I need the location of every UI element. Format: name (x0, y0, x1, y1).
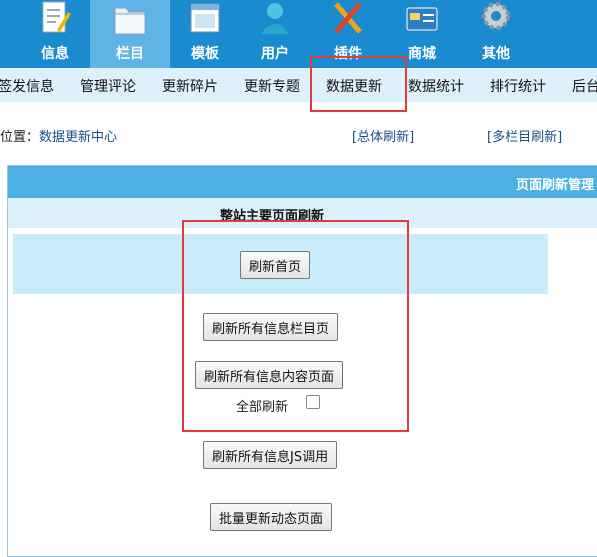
nav-item-plugin[interactable]: 插件 (308, 0, 388, 68)
submenu-item[interactable]: 后台 (572, 76, 597, 96)
sub-menu: 签发信息 管理评论 更新碎片 更新专题 数据更新 数据统计 排行统计 后台 (0, 68, 597, 102)
gear-icon (482, 2, 510, 30)
nav-label: 其他 (482, 46, 510, 62)
nav-item-info[interactable]: 信息 (15, 0, 95, 68)
nav-label: 信息 (41, 46, 69, 62)
refresh-content-button[interactable]: 刷新所有信息内容页面 (195, 361, 344, 389)
submenu-item[interactable]: 排行统计 (490, 76, 546, 96)
nav-item-other[interactable]: 其他 (456, 0, 536, 68)
nav-label: 模板 (191, 46, 219, 62)
total-refresh-link[interactable]: [总体刷新] (352, 126, 414, 145)
submenu-item[interactable]: 签发信息 (0, 76, 54, 96)
nav-label: 栏目 (116, 46, 144, 62)
update-dynamic-button[interactable]: 批量更新动态页面 (210, 503, 333, 531)
window-template-icon (190, 3, 220, 33)
nav-label: 用户 (261, 46, 289, 62)
submenu-item[interactable]: 更新专题 (244, 76, 300, 96)
breadcrumb-link[interactable]: 数据更新中心 (39, 130, 117, 145)
breadcrumb: 位置：数据更新中心 (0, 126, 117, 145)
panel-header: 页面刷新管理 (8, 166, 597, 198)
top-nav: 信息 栏目 模板 用户 插件 商城 其他 (0, 0, 597, 68)
refresh-columns-button[interactable]: 刷新所有信息栏目页 (203, 313, 339, 341)
nav-label: 商城 (408, 46, 436, 62)
section-header: 整站主要页面刷新 (8, 198, 597, 228)
breadcrumb-prefix: 位置： (0, 130, 40, 145)
folder-icon (114, 7, 146, 35)
submenu-item[interactable]: 数据统计 (408, 76, 464, 96)
panel-title: 页面刷新管理 (515, 178, 594, 193)
tools-icon (334, 2, 362, 34)
multi-column-refresh-link[interactable]: [多栏目刷新] (487, 126, 562, 145)
refresh-home-button[interactable]: 刷新首页 (240, 251, 311, 279)
nav-item-columns[interactable]: 栏目 (90, 0, 170, 68)
refresh-js-button[interactable]: 刷新所有信息JS调用 (203, 441, 338, 469)
nav-label: 插件 (334, 46, 362, 62)
nav-item-shop[interactable]: 商城 (382, 0, 462, 68)
refresh-all-checkbox[interactable] (306, 395, 320, 409)
submenu-item[interactable]: 更新碎片 (162, 76, 218, 96)
submenu-item[interactable]: 管理评论 (80, 76, 136, 96)
refresh-all-label: 全部刷新 (236, 400, 289, 415)
nav-item-template[interactable]: 模板 (165, 0, 245, 68)
card-icon (406, 7, 438, 31)
submenu-item-data-update[interactable]: 数据更新 (326, 76, 382, 96)
document-pencil-icon (42, 1, 71, 33)
user-icon (261, 3, 289, 34)
nav-item-user[interactable]: 用户 (235, 0, 315, 68)
section-title: 整站主要页面刷新 (220, 209, 325, 224)
